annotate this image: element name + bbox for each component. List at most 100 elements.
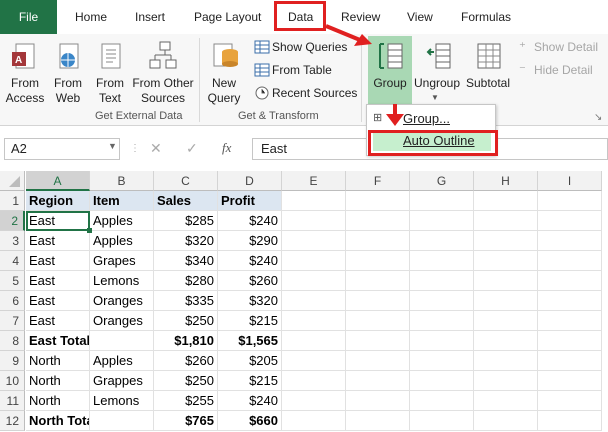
row-header-11[interactable]: 11	[0, 391, 25, 411]
cell-a11[interactable]: North	[26, 391, 90, 411]
cell-i11[interactable]	[538, 391, 602, 411]
column-header-c[interactable]: C	[154, 171, 218, 191]
cell-d8[interactable]: $1,565	[218, 331, 282, 351]
cell-c6[interactable]: $335	[154, 291, 218, 311]
cell-b6[interactable]: Oranges	[90, 291, 154, 311]
cell-h12[interactable]	[474, 411, 538, 431]
column-header-i[interactable]: I	[538, 171, 602, 191]
row-header-3[interactable]: 3	[0, 231, 25, 251]
cell-g1[interactable]	[410, 191, 474, 211]
cell-i2[interactable]	[538, 211, 602, 231]
cell-h4[interactable]	[474, 251, 538, 271]
cell-e8[interactable]	[282, 331, 346, 351]
row-header-9[interactable]: 9	[0, 351, 25, 371]
cell-e3[interactable]	[282, 231, 346, 251]
row-header-4[interactable]: 4	[0, 251, 25, 271]
column-header-f[interactable]: F	[346, 171, 410, 191]
row-header-12[interactable]: 12	[0, 411, 25, 431]
cell-d3[interactable]: $290	[218, 231, 282, 251]
cell-c2[interactable]: $285	[154, 211, 218, 231]
column-header-h[interactable]: H	[474, 171, 538, 191]
cell-c3[interactable]: $320	[154, 231, 218, 251]
cell-f12[interactable]	[346, 411, 410, 431]
cell-f2[interactable]	[346, 211, 410, 231]
cell-b1[interactable]: Item	[90, 191, 154, 211]
column-header-a[interactable]: A	[26, 171, 90, 191]
cell-a5[interactable]: East	[26, 271, 90, 291]
cell-i5[interactable]	[538, 271, 602, 291]
cell-e6[interactable]	[282, 291, 346, 311]
cell-b5[interactable]: Lemons	[90, 271, 154, 291]
cell-h8[interactable]	[474, 331, 538, 351]
row-header-5[interactable]: 5	[0, 271, 25, 291]
cell-f4[interactable]	[346, 251, 410, 271]
column-header-e[interactable]: E	[282, 171, 346, 191]
cell-f1[interactable]	[346, 191, 410, 211]
cell-h11[interactable]	[474, 391, 538, 411]
cell-f7[interactable]	[346, 311, 410, 331]
cell-b2[interactable]: Apples	[90, 211, 154, 231]
row-header-8[interactable]: 8	[0, 331, 25, 351]
cell-c4[interactable]: $340	[154, 251, 218, 271]
cell-e4[interactable]	[282, 251, 346, 271]
cell-h7[interactable]	[474, 311, 538, 331]
cell-i12[interactable]	[538, 411, 602, 431]
cell-i4[interactable]	[538, 251, 602, 271]
row-header-10[interactable]: 10	[0, 371, 25, 391]
cell-g10[interactable]	[410, 371, 474, 391]
cell-c8[interactable]: $1,810	[154, 331, 218, 351]
cell-a6[interactable]: East	[26, 291, 90, 311]
cell-i3[interactable]	[538, 231, 602, 251]
cell-h9[interactable]	[474, 351, 538, 371]
cell-f5[interactable]	[346, 271, 410, 291]
cell-g9[interactable]	[410, 351, 474, 371]
cell-g12[interactable]	[410, 411, 474, 431]
cell-d5[interactable]: $260	[218, 271, 282, 291]
cell-c7[interactable]: $250	[154, 311, 218, 331]
cell-d9[interactable]: $205	[218, 351, 282, 371]
cell-b12[interactable]	[90, 411, 154, 431]
column-header-d[interactable]: D	[218, 171, 282, 191]
cell-i7[interactable]	[538, 311, 602, 331]
cell-b3[interactable]: Apples	[90, 231, 154, 251]
cell-h2[interactable]	[474, 211, 538, 231]
cell-d2[interactable]: $240	[218, 211, 282, 231]
cell-e1[interactable]	[282, 191, 346, 211]
cell-e12[interactable]	[282, 411, 346, 431]
cell-e9[interactable]	[282, 351, 346, 371]
cell-c12[interactable]: $765	[154, 411, 218, 431]
cell-f11[interactable]	[346, 391, 410, 411]
cell-g11[interactable]	[410, 391, 474, 411]
cell-f8[interactable]	[346, 331, 410, 351]
row-header-6[interactable]: 6	[0, 291, 25, 311]
cell-a12[interactable]: North Total	[26, 411, 90, 431]
cell-d1[interactable]: Profit	[218, 191, 282, 211]
cell-c11[interactable]: $255	[154, 391, 218, 411]
cell-b10[interactable]: Grappes	[90, 371, 154, 391]
fill-handle[interactable]	[87, 228, 92, 233]
row-header-1[interactable]: 1	[0, 191, 25, 211]
cell-h6[interactable]	[474, 291, 538, 311]
cell-h5[interactable]	[474, 271, 538, 291]
cell-g2[interactable]	[410, 211, 474, 231]
cell-b11[interactable]: Lemons	[90, 391, 154, 411]
cell-g3[interactable]	[410, 231, 474, 251]
cell-a9[interactable]: North	[26, 351, 90, 371]
cell-c9[interactable]: $260	[154, 351, 218, 371]
cell-d4[interactable]: $240	[218, 251, 282, 271]
cell-d6[interactable]: $320	[218, 291, 282, 311]
cell-d7[interactable]: $215	[218, 311, 282, 331]
cell-a4[interactable]: East	[26, 251, 90, 271]
cell-f6[interactable]	[346, 291, 410, 311]
column-header-g[interactable]: G	[410, 171, 474, 191]
cell-a10[interactable]: North	[26, 371, 90, 391]
cell-g6[interactable]	[410, 291, 474, 311]
cell-h3[interactable]	[474, 231, 538, 251]
cell-g8[interactable]	[410, 331, 474, 351]
select-all-corner[interactable]	[0, 171, 25, 191]
cell-i9[interactable]	[538, 351, 602, 371]
cell-c5[interactable]: $280	[154, 271, 218, 291]
cell-e7[interactable]	[282, 311, 346, 331]
cell-g5[interactable]	[410, 271, 474, 291]
cell-a7[interactable]: East	[26, 311, 90, 331]
